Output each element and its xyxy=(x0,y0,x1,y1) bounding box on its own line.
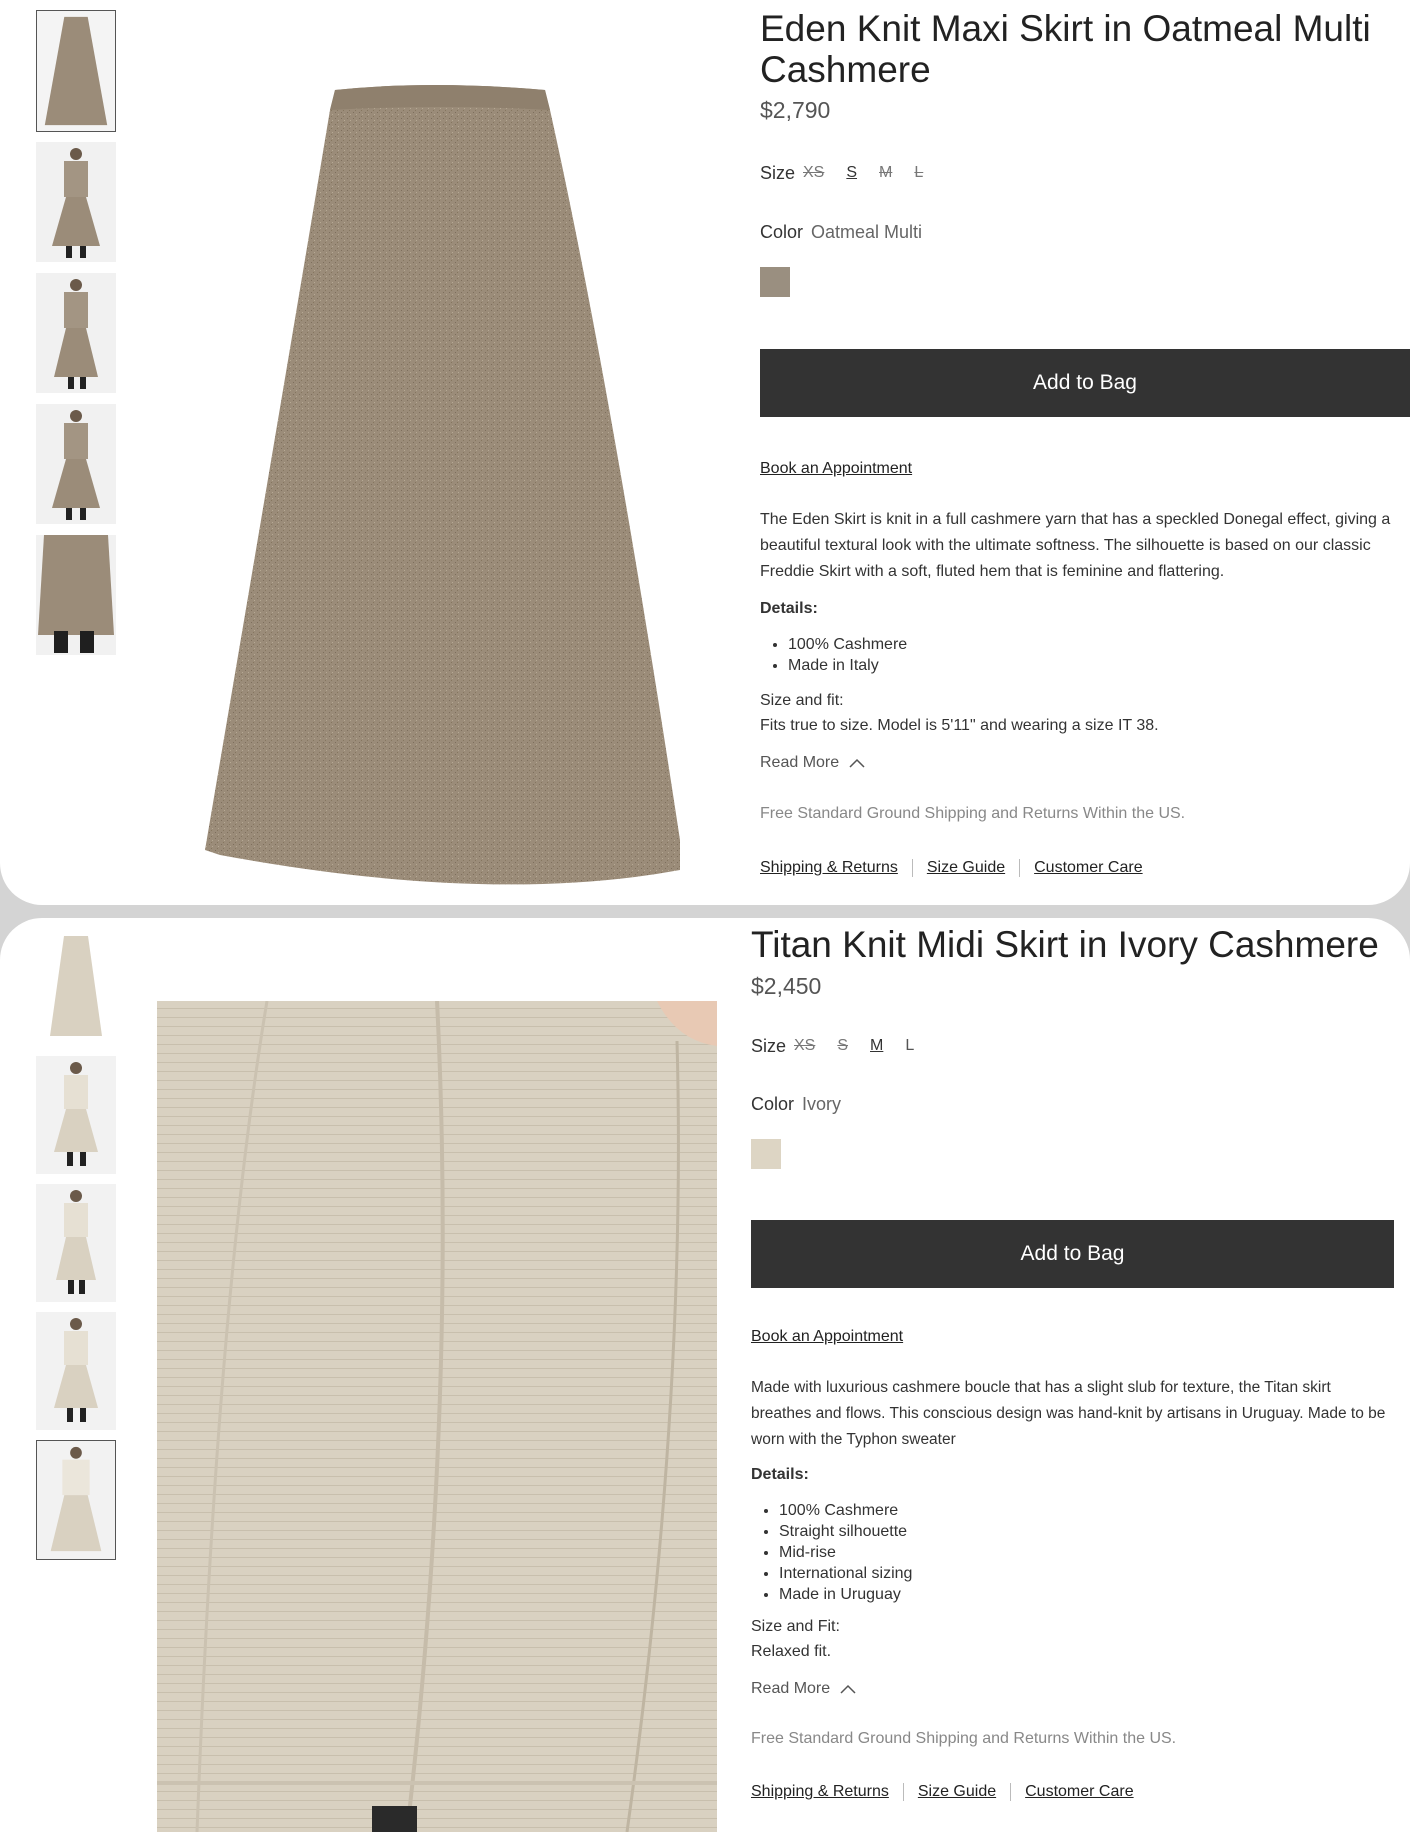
customer-care-link[interactable]: Customer Care xyxy=(1025,1783,1133,1801)
product-thumbnail[interactable] xyxy=(36,535,116,655)
color-label: Color xyxy=(751,1094,795,1114)
fit-text: Relaxed fit. xyxy=(751,1643,832,1660)
product-thumbnail[interactable] xyxy=(36,1184,116,1302)
list-item: Made in Italy xyxy=(788,655,907,676)
color-value: Ivory xyxy=(802,1094,842,1114)
read-more-label: Read More xyxy=(751,1680,831,1697)
size-option-l[interactable]: L xyxy=(914,164,923,182)
add-to-bag-button[interactable]: Add to Bag xyxy=(751,1220,1394,1288)
product-main-image xyxy=(157,1000,717,1832)
fit-heading: Size and Fit: xyxy=(751,1618,840,1635)
list-item: 100% Cashmere xyxy=(788,634,907,655)
list-item: Straight silhouette xyxy=(779,1521,912,1542)
details-list: 100% Cashmere Made in Italy xyxy=(760,634,907,676)
size-options: XS S M L xyxy=(794,1037,914,1055)
product-title: Titan Knit Midi Skirt in Ivory Cashmere xyxy=(751,924,1379,965)
chevron-up-icon xyxy=(840,1684,856,1694)
list-item: Made in Uruguay xyxy=(779,1584,912,1605)
size-option-m[interactable]: M xyxy=(870,1037,883,1055)
list-item: Mid-rise xyxy=(779,1542,912,1563)
color-swatch-ivory[interactable] xyxy=(751,1139,781,1169)
product-card-eden: Eden Knit Maxi Skirt in Oatmeal Multi Ca… xyxy=(0,0,1410,905)
book-appointment-link[interactable]: Book an Appointment xyxy=(760,460,912,478)
product-thumbnail[interactable] xyxy=(36,1056,116,1174)
footer-links: Shipping & Returns Size Guide Customer C… xyxy=(760,859,1143,877)
size-label: Size xyxy=(751,1036,787,1056)
fit-heading: Size and fit: xyxy=(760,692,844,709)
shipping-note: Free Standard Ground Shipping and Return… xyxy=(760,805,1186,822)
shipping-note: Free Standard Ground Shipping and Return… xyxy=(751,1730,1177,1747)
product-thumbnail[interactable] xyxy=(36,10,116,132)
size-option-xs[interactable]: XS xyxy=(803,164,824,182)
list-item: 100% Cashmere xyxy=(779,1500,912,1521)
product-description: Made with luxurious cashmere boucle that… xyxy=(751,1379,1386,1448)
fit-text: Fits true to size. Model is 5'11" and we… xyxy=(760,717,1159,734)
link-divider xyxy=(1010,1783,1012,1801)
color-value: Oatmeal Multi xyxy=(811,222,923,242)
book-appointment-link[interactable]: Book an Appointment xyxy=(751,1328,903,1346)
product-main-image xyxy=(190,80,710,905)
customer-care-link[interactable]: Customer Care xyxy=(1034,859,1142,877)
footer-links: Shipping & Returns Size Guide Customer C… xyxy=(751,1783,1134,1801)
size-options: XS S M L xyxy=(803,164,923,182)
product-thumbnail[interactable] xyxy=(36,273,116,393)
details-heading: Details: xyxy=(760,600,818,617)
link-divider xyxy=(902,1783,904,1801)
color-label: Color xyxy=(760,222,804,242)
details-heading: Details: xyxy=(751,1466,809,1483)
shipping-returns-link[interactable]: Shipping & Returns xyxy=(751,1783,889,1801)
size-option-s[interactable]: S xyxy=(846,164,857,182)
read-more-label: Read More xyxy=(760,754,840,771)
color-row: Color Ivory xyxy=(751,1094,841,1115)
product-thumbnail[interactable] xyxy=(36,1312,116,1430)
size-label: Size xyxy=(760,163,796,183)
size-guide-link[interactable]: Size Guide xyxy=(918,1783,996,1801)
size-option-m[interactable]: M xyxy=(879,164,892,182)
read-more-toggle[interactable]: Read More xyxy=(751,1680,856,1698)
color-row: Color Oatmeal Multi xyxy=(760,222,922,243)
product-card-titan: Titan Knit Midi Skirt in Ivory Cashmere … xyxy=(0,918,1410,1832)
product-price: $2,790 xyxy=(760,97,831,123)
add-to-bag-button[interactable]: Add to Bag xyxy=(760,349,1410,417)
product-thumbnail[interactable] xyxy=(36,142,116,262)
size-option-s[interactable]: S xyxy=(837,1037,848,1055)
product-description: The Eden Skirt is knit in a full cashmer… xyxy=(760,511,1391,580)
shipping-returns-link[interactable]: Shipping & Returns xyxy=(760,859,898,877)
details-list: 100% Cashmere Straight silhouette Mid-ri… xyxy=(751,1500,912,1605)
size-guide-link[interactable]: Size Guide xyxy=(927,859,1005,877)
link-divider xyxy=(1019,859,1021,877)
size-option-xs[interactable]: XS xyxy=(794,1037,815,1055)
read-more-toggle[interactable]: Read More xyxy=(760,754,865,772)
product-thumbnail[interactable] xyxy=(36,1440,116,1560)
product-thumbnail[interactable] xyxy=(36,404,116,524)
list-item: International sizing xyxy=(779,1563,912,1584)
product-thumbnail[interactable] xyxy=(36,932,116,1040)
product-price: $2,450 xyxy=(751,973,822,999)
link-divider xyxy=(911,859,913,877)
size-option-l[interactable]: L xyxy=(905,1037,914,1055)
product-title: Eden Knit Maxi Skirt in Oatmeal Multi Ca… xyxy=(760,8,1371,90)
color-swatch-oatmeal[interactable] xyxy=(760,267,790,297)
chevron-up-icon xyxy=(849,758,865,768)
